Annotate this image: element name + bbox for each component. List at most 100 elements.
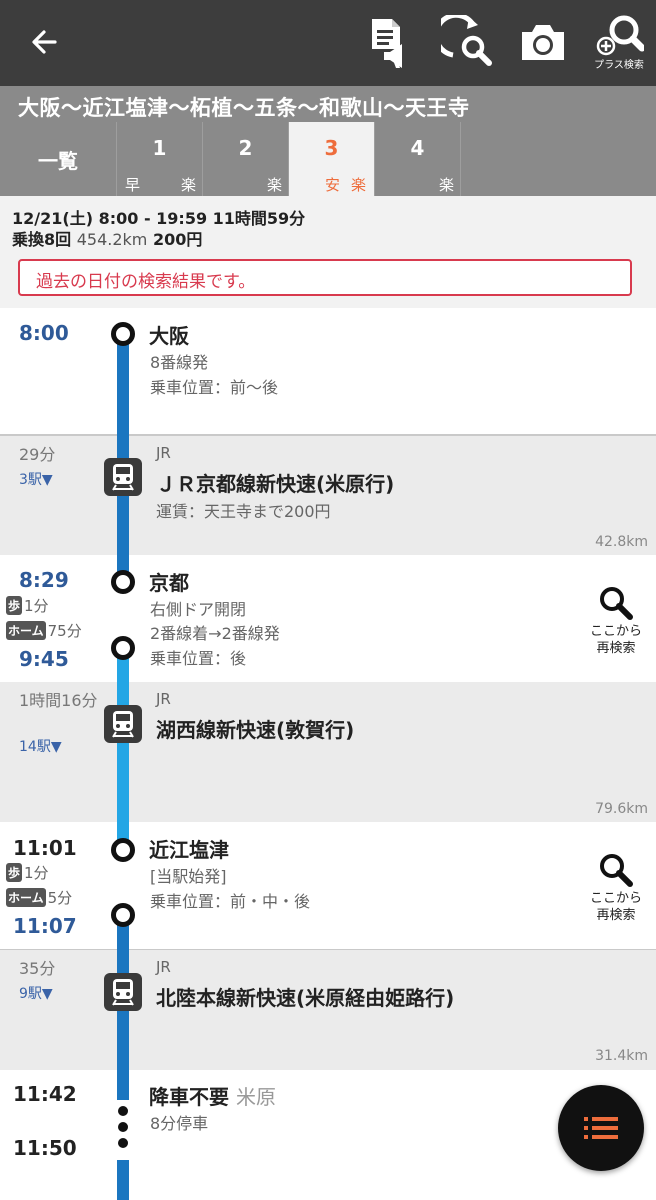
research-from-here-button[interactable]: ここから 再検索 [584,585,648,657]
departure-time: 9:45 [19,647,69,671]
search-refresh-icon[interactable] [438,12,498,72]
station-name: 京都 [149,571,189,595]
pass-dot [118,1138,128,1148]
arrival-time: 11:42 [13,1082,77,1106]
tab-route-3[interactable]: 3 安 楽 [289,122,375,196]
walk-badge: 歩 [6,863,23,882]
rail-company: JR [156,958,171,976]
plus-search-label: プラス検索 [594,59,644,71]
walk-badge: 歩 [6,596,23,615]
stations-toggle[interactable]: 3駅▼ [19,469,53,489]
tab-tag: 早 [125,176,141,194]
research-label-2: 再検索 [596,641,636,656]
tab-list[interactable]: 一覧 [0,122,117,196]
station-node [111,636,135,660]
ride-duration: 29分 [19,445,56,464]
ride-segment-2[interactable]: 1時間16分 14駅▼ JR 湖西線新快速(敦賀行) 79.6km [0,682,656,822]
ride-segment-3[interactable]: 35分 9駅▼ JR 北陸本線新快速(米原経由姫路行) 31.4km [0,950,656,1070]
pass-dot [118,1122,128,1132]
stations-toggle[interactable]: 9駅▼ [19,983,53,1003]
home-badge: ホーム [6,621,46,640]
station-name: 大阪 [149,324,189,348]
tab-number: 4 [410,136,425,160]
stop-duration: 8分停車 [150,1114,209,1133]
past-date-warning: 過去の日付の検索結果です。 [18,259,632,296]
rail-company: JR [156,444,171,462]
memo-share-icon[interactable] [360,12,420,72]
departure-time: 11:07 [13,914,77,938]
back-arrow-icon[interactable] [14,12,74,72]
stations-toggle[interactable]: 14駅▼ [19,736,62,756]
route-header: 大阪〜近江塩津〜柘植〜五条〜和歌山〜天王寺 一覧 1 早 楽 2 楽 3 安 楽… [0,86,656,196]
route-summary: 12/21(土) 8:00 - 19:59 11時間59分 乗換8回 454.2… [0,196,656,308]
door-info: 右側ドア開閉 [150,600,247,619]
station-row-osaka[interactable]: 8:00 大阪 8番線発 乗車位置：前〜後 [0,308,656,436]
pass-dot [118,1106,128,1116]
train-icon [104,458,142,496]
platform-info: 2番線着→2番線発 [150,624,280,643]
tab-tag: 楽 [181,176,197,194]
walk-time: 歩 1分 [6,862,49,883]
home-badge: ホーム [6,888,46,907]
train-name: 北陸本線新快速(米原経由姫路行) [156,986,455,1010]
platform-wait-time: ホーム 75分 [6,620,82,641]
research-label-1: ここから [589,624,642,639]
departure-time: 11:50 [13,1136,77,1160]
research-label-2: 再検索 [596,908,636,923]
train-name: ＪＲ京都線新快速(米原行) [156,472,395,496]
tab-number: 2 [238,136,253,160]
research-from-here-button[interactable]: ここから 再検索 [584,852,648,924]
menu-list-fab[interactable] [558,1085,644,1171]
tab-route-4[interactable]: 4 楽 [375,122,461,196]
station-node [111,322,135,346]
train-name: 湖西線新快速(敦賀行) [156,718,355,742]
platform-info: 8番線発 [150,353,209,372]
tab-tag: 楽 [439,176,455,194]
list-icon [584,1117,618,1139]
research-label-1: ここから [589,891,642,906]
summary-fare: 200円 [152,230,203,249]
route-line-segment-4 [117,1160,129,1200]
segment-distance: 79.6km [595,801,648,817]
platform-wait-time: ホーム 5分 [6,887,72,908]
arrival-time: 11:01 [13,836,77,860]
ride-duration: 35分 [19,959,56,978]
walk-time: 歩 1分 [6,595,49,616]
search-icon [600,587,633,620]
train-icon [104,705,142,743]
boarding-position: 乗車位置：後 [150,649,247,668]
wait-minutes: 75分 [47,622,82,640]
search-icon [600,854,633,887]
summary-transfers: 乗換8回 [12,230,72,249]
tab-route-1[interactable]: 1 早 楽 [117,122,203,196]
station-node [111,903,135,927]
station-row-kyoto[interactable]: 8:29 歩 1分 ホーム 75分 9:45 京都 右側ドア開閉 2番線着→2番線発… [0,555,656,684]
route-title: 大阪〜近江塩津〜柘植〜五条〜和歌山〜天王寺 [18,96,470,120]
station-name: 近江塩津 [149,838,229,862]
tab-list-label: 一覧 [38,148,78,173]
fare-info: 運賃：天王寺まで200円 [156,502,331,521]
station-row-omi-shiotsu[interactable]: 11:01 歩 1分 ホーム 5分 11:07 近江塩津 [当駅始発] 乗車位置：前… [0,822,656,951]
station-name: 降車不要 米原 [149,1081,276,1110]
rail-company: JR [156,690,171,708]
tab-number: 3 [324,136,339,160]
plus-search-icon[interactable]: プラス検索 [588,12,650,72]
segment-distance: 42.8km [595,534,648,550]
tab-tag: 楽 [267,176,283,194]
station-name-extra: 米原 [235,1085,276,1109]
tab-tag: 安 [325,176,341,194]
departure-time: 8:00 [19,321,69,345]
boarding-position: 乗車位置：前・中・後 [150,892,311,911]
route-tabs: 一覧 1 早 楽 2 楽 3 安 楽 4 楽 [0,122,461,196]
train-icon [104,973,142,1011]
route-line-segment-2 [117,648,129,850]
ride-segment-1[interactable]: 29分 3駅▼ JR ＪＲ京都線新快速(米原行) 運賃：天王寺まで200円 42… [0,434,656,555]
wait-minutes: 5分 [47,889,73,907]
segment-distance: 31.4km [595,1048,648,1064]
ride-duration: 1時間16分 [19,691,98,710]
walk-minutes: 1分 [24,864,49,882]
tab-route-2[interactable]: 2 楽 [203,122,289,196]
origin-note: [当駅始発] [150,867,227,886]
camera-icon[interactable] [512,12,574,72]
summary-distance: 454.2km [76,230,148,249]
